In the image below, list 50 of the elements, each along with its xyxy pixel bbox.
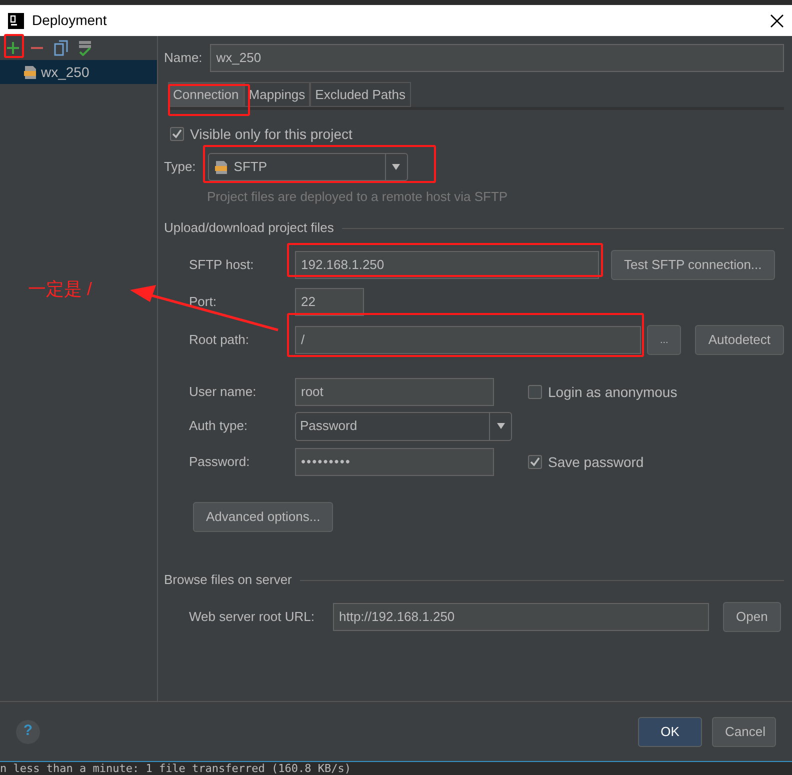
text-field[interactable]: •••••••••: [295, 448, 494, 476]
checkbox-label: Visible only for this project: [190, 124, 352, 144]
type-dropdown[interactable]: SFTP: [208, 153, 408, 181]
text-field[interactable]: http://192.168.1.250: [333, 603, 709, 631]
field-label: Web server root URL:: [189, 608, 316, 626]
tab[interactable]: Mappings: [244, 82, 310, 107]
checkbox[interactable]: [528, 455, 542, 469]
add-icon[interactable]: [6, 41, 20, 55]
advanced-options-button[interactable]: Advanced options...: [193, 502, 334, 532]
checkbox[interactable]: [528, 385, 542, 399]
sftp-file-icon: [24, 64, 37, 80]
open-button[interactable]: Open: [723, 602, 781, 632]
text-field[interactable]: root: [295, 378, 494, 406]
highlight-frame: [4, 34, 24, 58]
text-field[interactable]: /: [295, 326, 641, 354]
server-item[interactable]: wx_250: [0, 60, 157, 84]
field-label: Port:: [189, 293, 218, 312]
section-title: Browse files on server: [164, 571, 292, 590]
copy-icon[interactable]: [54, 40, 68, 56]
checkbox[interactable]: [170, 127, 184, 141]
autodetect-button[interactable]: Autodetect: [695, 325, 784, 355]
auth-type-dropdown[interactable]: Password: [295, 412, 512, 440]
field-label: SFTP host:: [189, 256, 255, 274]
tab[interactable]: Connection: [168, 82, 244, 107]
hint-text: Project files are deployed to a remote host via SFTP: [207, 188, 509, 206]
field-label: User name:: [189, 383, 258, 402]
checkbox-label: Login as anonymous: [548, 382, 678, 402]
field-label: Root path:: [189, 331, 250, 350]
field-label: Name:: [164, 49, 202, 68]
cancel-button[interactable]: Cancel: [712, 716, 776, 746]
app-logo-icon: [8, 12, 24, 28]
tab[interactable]: Excluded Paths: [310, 82, 410, 107]
browse-button[interactable]: ...: [647, 325, 682, 355]
field-label: Password:: [189, 453, 251, 472]
section-title: Upload/download project files: [164, 219, 334, 238]
sftp-file-icon: [214, 160, 228, 174]
ok-button[interactable]: OK: [638, 716, 702, 746]
text-field[interactable]: wx_250: [210, 44, 784, 72]
annotation-text: 一定是 /: [28, 278, 92, 301]
close-icon[interactable]: [770, 14, 784, 28]
server-check-icon[interactable]: [78, 40, 92, 56]
test-connection-button[interactable]: Test SFTP connection...: [611, 250, 775, 280]
help-button[interactable]: ?: [16, 720, 40, 744]
field-label: Auth type:: [189, 417, 249, 436]
checkbox-label: Save password: [548, 452, 644, 472]
console-text: n less than a minute: 1 file transferred (160.8 KB/s): [0, 761, 792, 775]
window-title: Deployment: [32, 11, 108, 30]
text-field[interactable]: 22: [295, 288, 364, 316]
text-field[interactable]: 192.168.1.250: [295, 251, 599, 279]
field-label: Type:: [164, 158, 196, 176]
